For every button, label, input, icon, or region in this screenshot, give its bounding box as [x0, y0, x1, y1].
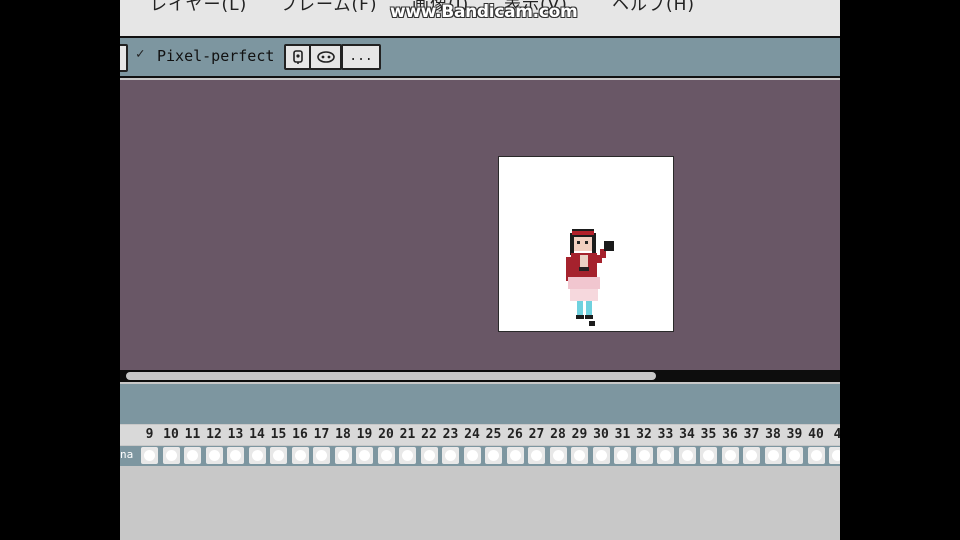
canvas-horizontal-scrollbar[interactable]	[120, 370, 840, 382]
frame-number-15[interactable]: 15	[268, 425, 289, 445]
cel-35[interactable]	[700, 447, 717, 464]
frame-number-35[interactable]: 35	[698, 425, 719, 445]
cel-18[interactable]	[334, 447, 352, 464]
cel-25[interactable]	[485, 447, 502, 464]
menu-frame[interactable]: フレーム(F)	[280, 0, 378, 15]
brush-dynamics-button[interactable]	[284, 44, 311, 70]
pixel-character-sprite	[566, 229, 614, 326]
frame-number-20[interactable]: 20	[376, 425, 397, 445]
cel-13[interactable]	[227, 447, 244, 464]
cel-4[interactable]	[829, 447, 840, 464]
frame-number-29[interactable]: 29	[569, 425, 590, 445]
frame-number-4[interactable]: 4	[827, 425, 840, 445]
frame-number-36[interactable]: 36	[720, 425, 741, 445]
frame-number-11[interactable]: 11	[182, 425, 203, 445]
frame-number-27[interactable]: 27	[526, 425, 547, 445]
more-options-button[interactable]: ...	[341, 44, 381, 70]
pixel-perfect-checkbox[interactable]: ✓	[136, 46, 144, 62]
cel-21[interactable]	[399, 447, 416, 464]
symmetry-button[interactable]	[309, 44, 342, 70]
frame-number-26[interactable]: 26	[505, 425, 526, 445]
frame-number-31[interactable]: 31	[612, 425, 633, 445]
cel-34[interactable]	[678, 447, 696, 464]
menu-layer[interactable]: レイヤー(L)	[150, 0, 247, 15]
frame-number-19[interactable]: 19	[354, 425, 375, 445]
cel-28[interactable]	[549, 447, 567, 464]
sprite-canvas[interactable]	[498, 156, 674, 332]
frame-number-12[interactable]: 12	[204, 425, 225, 445]
cel-27[interactable]	[528, 447, 545, 464]
context-left-button[interactable]	[120, 44, 128, 72]
frame-number-14[interactable]: 14	[247, 425, 268, 445]
frame-number-30[interactable]: 30	[591, 425, 612, 445]
cel-40[interactable]	[807, 447, 825, 464]
frame-number-18[interactable]: 18	[333, 425, 354, 445]
frame-number-23[interactable]: 23	[440, 425, 461, 445]
cel-39[interactable]	[786, 447, 803, 464]
bucket-icon	[292, 50, 303, 64]
frame-number-37[interactable]: 37	[741, 425, 762, 445]
frame-number-16[interactable]: 16	[290, 425, 311, 445]
frame-number-38[interactable]: 38	[763, 425, 784, 445]
canvas-workspace[interactable]	[120, 80, 840, 370]
cel-14[interactable]	[248, 447, 266, 464]
cel-30[interactable]	[592, 447, 610, 464]
frame-number-21[interactable]: 21	[397, 425, 418, 445]
frame-number-32[interactable]: 32	[634, 425, 655, 445]
cel-11[interactable]	[184, 447, 201, 464]
frame-number-25[interactable]: 25	[483, 425, 504, 445]
context-separator	[120, 76, 840, 78]
cel-37[interactable]	[743, 447, 760, 464]
timeline-frame-numbers: 9 10 11 12 13 14 15 16 17 18 19 20 21 22 23 24 25 26 27 28 2…	[120, 425, 840, 445]
timeline-header	[120, 384, 840, 424]
cel-9[interactable]	[141, 447, 158, 464]
frame-number-22[interactable]: 22	[419, 425, 440, 445]
cel-38[interactable]	[764, 447, 782, 464]
scrollbar-thumb[interactable]	[126, 372, 656, 380]
cel-12[interactable]	[205, 447, 223, 464]
context-bar: ✓ Pixel-perfect ...	[120, 38, 840, 76]
frame-number-13[interactable]: 13	[225, 425, 246, 445]
frame-number-39[interactable]: 39	[784, 425, 805, 445]
cel-17[interactable]	[313, 447, 330, 464]
cel-26[interactable]	[506, 447, 524, 464]
cel-22[interactable]	[420, 447, 438, 464]
frame-number-34[interactable]: 34	[677, 425, 698, 445]
cel-23[interactable]	[442, 447, 459, 464]
frame-number-10[interactable]: 10	[161, 425, 182, 445]
layer-name-label[interactable]: na	[120, 448, 133, 461]
cel-32[interactable]	[635, 447, 653, 464]
frame-number-40[interactable]: 40	[806, 425, 827, 445]
pixel-perfect-label: Pixel-perfect	[157, 47, 275, 65]
timeline-layer-row: na	[120, 446, 840, 466]
frame-number-33[interactable]: 33	[655, 425, 676, 445]
cel-33[interactable]	[657, 447, 674, 464]
menu-help[interactable]: ヘルプ(H)	[612, 0, 695, 15]
cel-16[interactable]	[291, 447, 309, 464]
cel-19[interactable]	[356, 447, 373, 464]
cel-31[interactable]	[614, 447, 631, 464]
cel-15[interactable]	[270, 447, 287, 464]
frame-number-9[interactable]: 9	[139, 425, 160, 445]
cel-10[interactable]	[162, 447, 180, 464]
aseprite-window: レイヤー(L) フレーム(F) 画像(I) 表示(V) ヘルプ(H) www.B…	[120, 0, 840, 540]
frame-number-17[interactable]: 17	[311, 425, 332, 445]
bandicam-watermark: www.Bandicam.com	[390, 2, 578, 22]
eye-icon	[316, 51, 335, 63]
frame-number-24[interactable]: 24	[462, 425, 483, 445]
cel-29[interactable]	[571, 447, 588, 464]
cel-24[interactable]	[463, 447, 481, 464]
frame-number-28[interactable]: 28	[548, 425, 569, 445]
timeline-empty-area	[120, 466, 840, 540]
menu-bar: レイヤー(L) フレーム(F) 画像(I) 表示(V) ヘルプ(H) www.B…	[120, 0, 840, 36]
cel-36[interactable]	[721, 447, 739, 464]
cel-20[interactable]	[377, 447, 395, 464]
